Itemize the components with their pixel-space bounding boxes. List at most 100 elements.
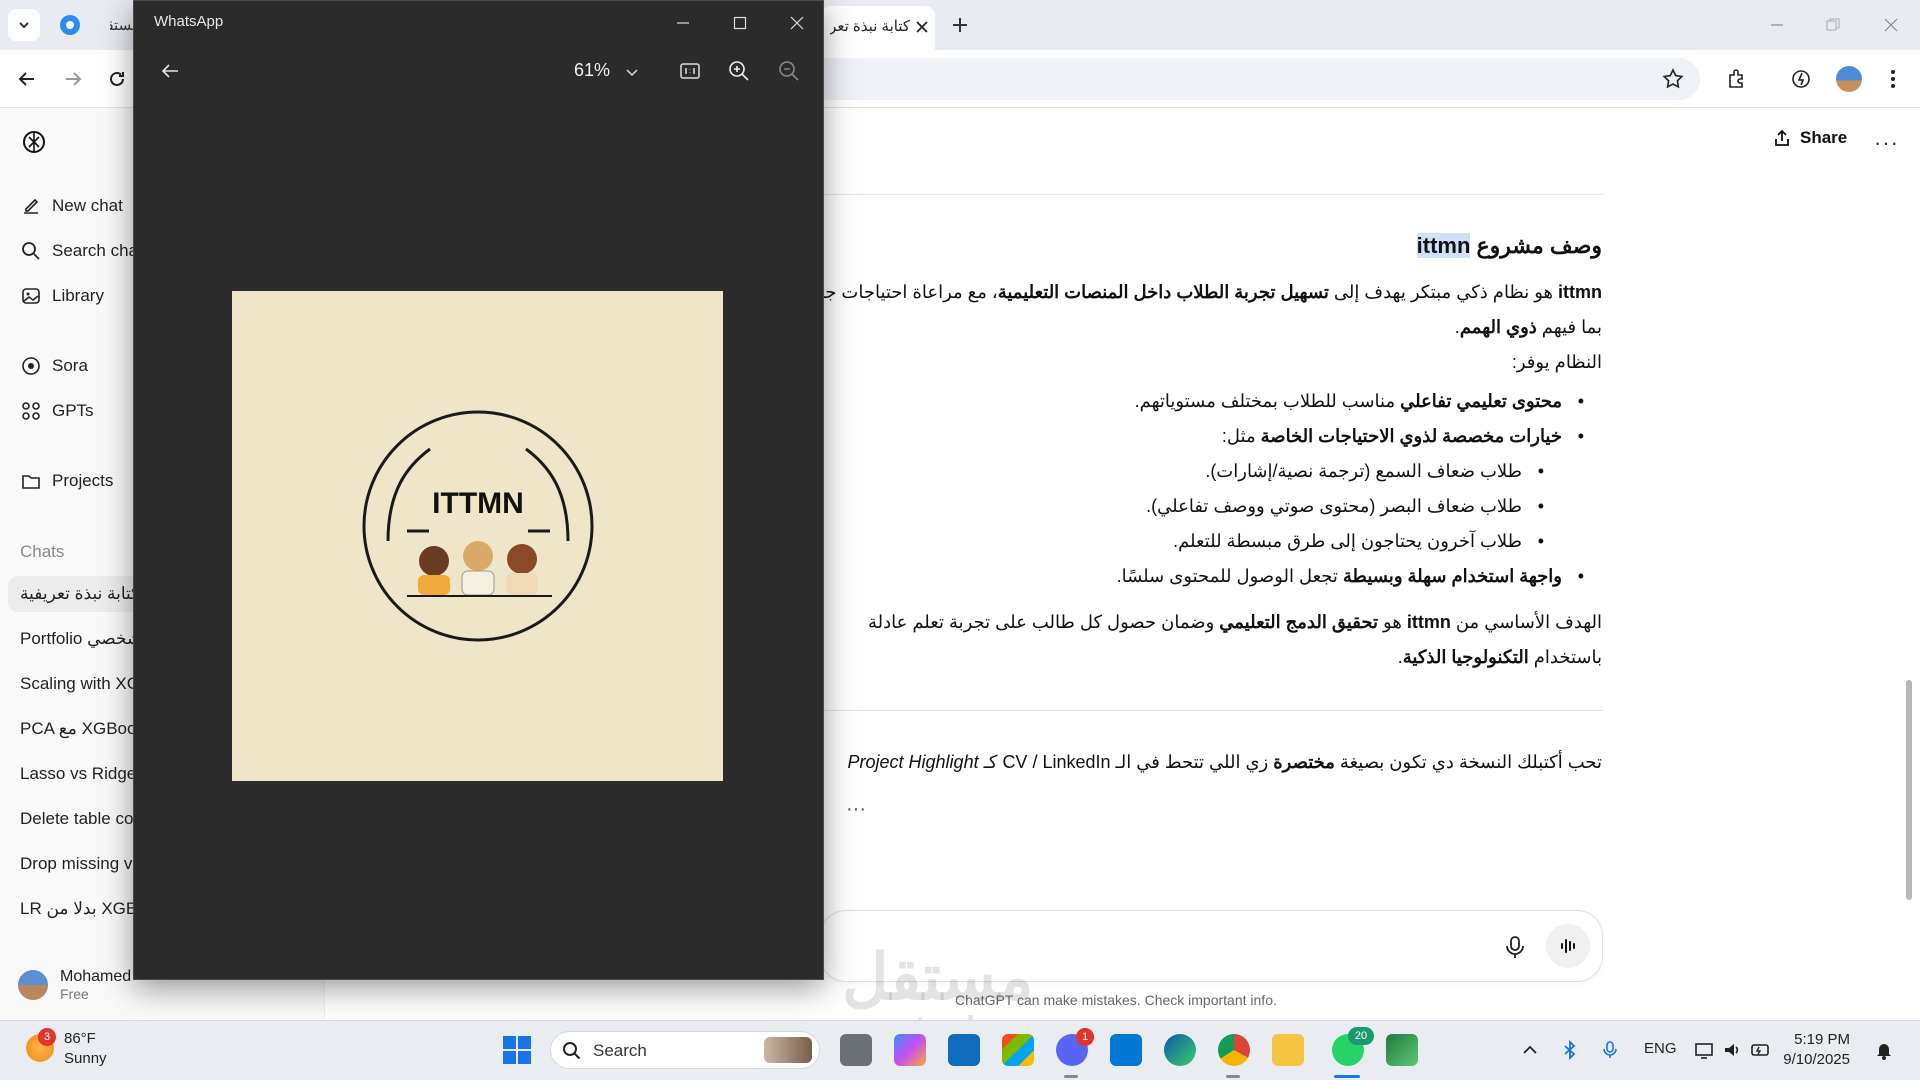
microphone-icon[interactable] [1602, 1040, 1618, 1060]
chatgpt-logo-icon[interactable] [20, 128, 48, 156]
actual-size-icon[interactable] [678, 59, 702, 83]
new-tab-plus-icon[interactable] [948, 13, 972, 37]
bookmark-button[interactable] [1658, 64, 1688, 94]
sidebar-chat-item[interactable]: PCA مع XGBoost [20, 711, 150, 747]
chevron-down-icon[interactable] [625, 65, 639, 79]
search-icon [22, 242, 40, 260]
weather-condition[interactable]: Sunny [64, 1050, 107, 1067]
zoom-level[interactable]: 61% [574, 60, 610, 81]
whatsapp-maximize-button[interactable] [726, 9, 754, 37]
back-button[interactable] [12, 64, 42, 94]
share-button[interactable]: Share [1772, 128, 1847, 148]
network-icon[interactable] [1694, 1040, 1714, 1060]
chats-section-title: Chats [20, 542, 65, 561]
bold-text: ittmn [1558, 282, 1602, 302]
message-paragraph: بما فيهم ذوي الهمم. [1455, 317, 1602, 338]
sidebar-item-label: GPTs [52, 401, 94, 420]
whatsapp-close-button[interactable] [783, 9, 811, 37]
tab-search-dropdown-button[interactable] [8, 9, 40, 41]
browser-restore-button[interactable] [1818, 10, 1848, 40]
reload-icon [110, 71, 124, 86]
running-indicator [1226, 1075, 1240, 1078]
text: مثل: [1221, 426, 1261, 446]
browser-minimize-button[interactable] [1762, 10, 1792, 40]
reload-button[interactable] [102, 64, 132, 94]
sidebar-item-new-chat[interactable]: New chat [20, 191, 123, 221]
sidebar-chat-item[interactable]: Portfolio شخصي [20, 621, 141, 657]
performance-button[interactable] [1786, 64, 1816, 94]
sidebar-chat-item[interactable]: Lasso vs Ridge [20, 756, 136, 792]
clock-date[interactable]: 9/10/2025 [1776, 1051, 1850, 1068]
close-icon[interactable] [913, 18, 931, 36]
sidebar-item-label: New chat [52, 196, 123, 215]
chevron-up-icon[interactable] [1522, 1042, 1538, 1058]
clock-time[interactable]: 5:19 PM [1776, 1031, 1850, 1048]
windows-start-icon[interactable] [502, 1035, 532, 1065]
arrow-left-icon[interactable] [158, 59, 182, 83]
copilot-icon[interactable] [894, 1034, 926, 1066]
ittmn-logo-image: ITTMN [232, 291, 723, 781]
user-profile[interactable]: Mohamed Free [18, 968, 131, 1002]
battery-icon[interactable] [1750, 1040, 1772, 1060]
bold-text: التكنولوجيا الذكية [1402, 647, 1529, 667]
zoom-out-icon[interactable] [777, 59, 801, 83]
zoom-in-icon[interactable] [727, 59, 751, 83]
divider [820, 710, 1603, 711]
bluetooth-icon[interactable] [1562, 1040, 1578, 1060]
extensions-button[interactable] [1722, 64, 1752, 94]
user-name: Mohamed [60, 968, 132, 985]
task-view-icon[interactable] [840, 1034, 872, 1066]
outlook-icon[interactable] [948, 1034, 980, 1066]
voice-mode-button[interactable] [1546, 924, 1590, 968]
waveform-icon [1561, 939, 1575, 953]
running-indicator [1064, 1075, 1078, 1078]
tab-active[interactable]: كتابة نبذة تعريفية [820, 6, 935, 50]
chrome-icon[interactable] [1218, 1034, 1250, 1066]
sidebar-item-gpts[interactable]: GPTs [20, 396, 94, 426]
language-indicator[interactable]: ENG [1644, 1040, 1677, 1057]
browser-menu-button[interactable] [1878, 64, 1908, 94]
text: باستخدام [1528, 647, 1602, 667]
forward-button[interactable] [58, 64, 88, 94]
list-item: واجهة استخدام سهلة وبسيطة تجعل الوصول لل… [1117, 566, 1585, 587]
taskbar-search-label: Search [593, 1041, 647, 1060]
watermark-arabic: مستقل [842, 941, 1034, 1013]
microphone-icon[interactable] [1502, 934, 1528, 960]
spyder-app-icon[interactable] [1386, 1034, 1418, 1066]
discord-badge: 1 [1076, 1028, 1094, 1046]
minimize-icon [677, 22, 689, 24]
weather-badge: 3 [38, 1028, 56, 1046]
sidebar-item-projects[interactable]: Projects [20, 466, 113, 496]
share-label: Share [1800, 128, 1848, 147]
edit-icon [24, 198, 39, 214]
whatsapp-minimize-button[interactable] [669, 9, 697, 37]
grid-icon [22, 402, 40, 420]
vscode-icon[interactable] [1110, 1034, 1142, 1066]
profile-avatar[interactable] [1836, 66, 1862, 92]
bold-text: تحقيق الدمج التعليمي [1219, 612, 1379, 632]
browser-close-button[interactable] [1876, 10, 1906, 40]
file-explorer-icon[interactable] [1272, 1034, 1304, 1066]
active-indicator [1334, 1075, 1360, 1078]
scrollbar-thumb[interactable] [1906, 680, 1912, 900]
sidebar-item-search-chats[interactable]: Search chats [20, 236, 151, 266]
sidebar-item-library[interactable]: Library [20, 281, 104, 311]
message-more-dots[interactable]: ··· [846, 798, 866, 821]
weather-temperature[interactable]: 86°F [64, 1030, 96, 1047]
volume-icon[interactable] [1722, 1040, 1742, 1060]
address-bar[interactable] [820, 58, 1700, 100]
text: هو نظام ذكي مبتكر يهدف إلى [1328, 282, 1558, 302]
sidebar-item-label: Projects [52, 471, 114, 490]
text: بما فيهم [1536, 317, 1602, 337]
arrow-right-icon [66, 72, 82, 86]
heading-highlight: ittmn [1416, 233, 1471, 258]
edge-icon[interactable] [1164, 1034, 1196, 1066]
close-icon [790, 16, 804, 30]
conversation-options-button[interactable]: ··· [1874, 130, 1899, 156]
sub-list-item: طلاب ضعاف البصر (محتوى صوتي ووصف تفاعلي)… [1146, 496, 1544, 517]
microsoft-store-icon[interactable] [1002, 1034, 1034, 1066]
arrow-left-icon [18, 72, 34, 86]
chevron-down-icon [19, 22, 29, 29]
sidebar-item-sora[interactable]: Sora [20, 351, 88, 381]
notification-bell-icon[interactable] [1874, 1040, 1894, 1060]
